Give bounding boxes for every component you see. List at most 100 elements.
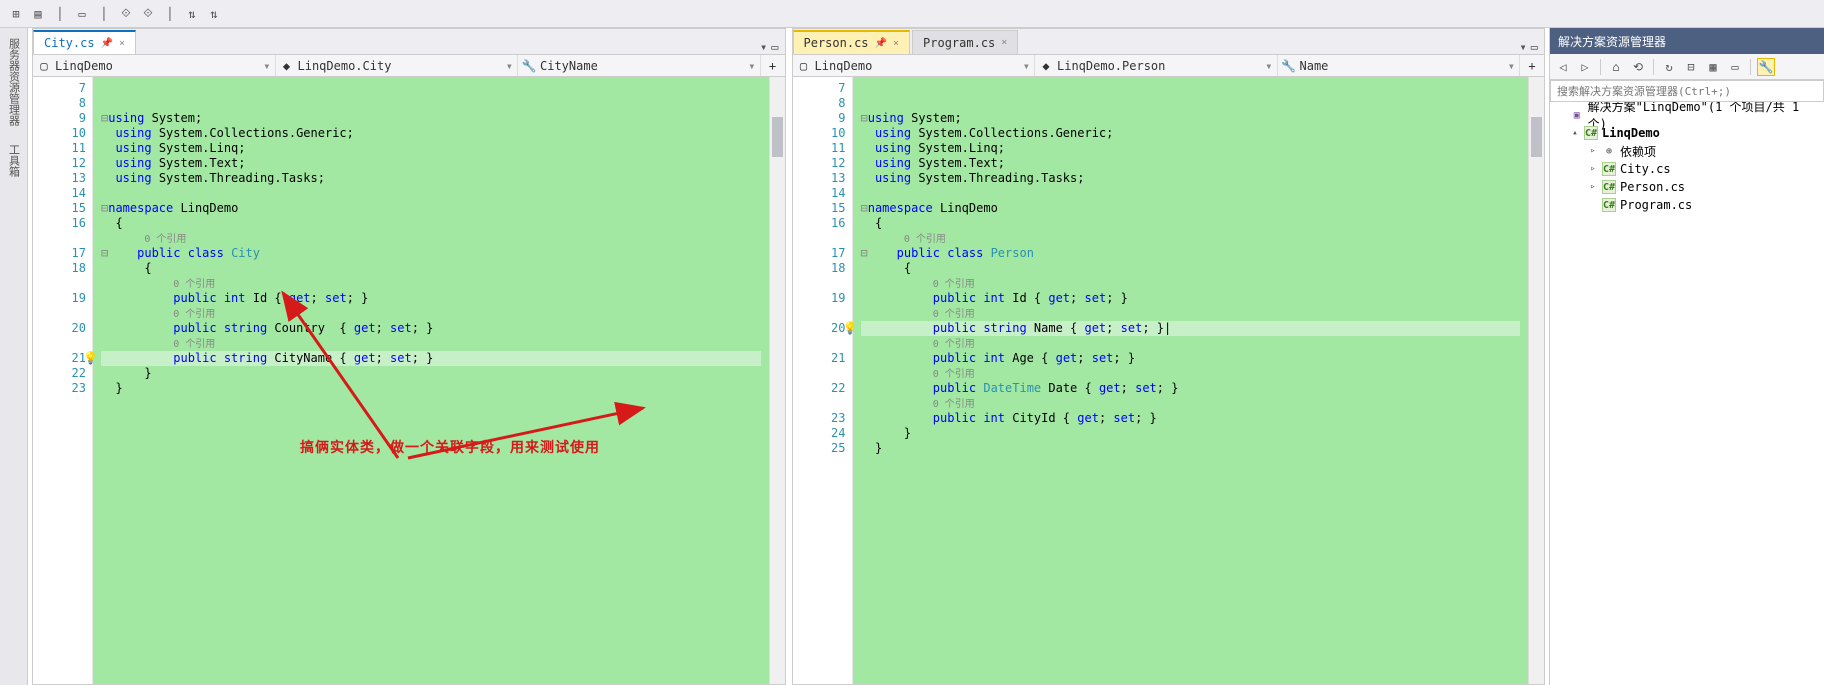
code-line[interactable]: 0 个引用 [101, 276, 761, 291]
tree-item[interactable]: ▹⊕依赖项 [1552, 142, 1822, 160]
code-line[interactable]: } [861, 441, 1521, 456]
file-tab[interactable]: Program.cs× [912, 30, 1018, 54]
toolbar-icon[interactable]: │ [96, 6, 112, 22]
code-content[interactable]: ⊟using System; using System.Collections.… [853, 77, 1529, 684]
code-line[interactable]: { [101, 216, 761, 231]
code-line[interactable]: 💡 public string Name { get; set; }| [861, 321, 1521, 336]
solution-tree[interactable]: ▣解决方案"LinqDemo"(1 个项目/共 1 个)▴C#LinqDemo▹… [1550, 102, 1824, 685]
code-line[interactable]: using System.Threading.Tasks; [101, 171, 761, 186]
code-line[interactable]: public int CityId { get; set; } [861, 411, 1521, 426]
wrench-icon[interactable]: 🔧 [1757, 58, 1775, 76]
forward-icon[interactable]: ▷ [1576, 58, 1594, 76]
lightbulb-icon[interactable]: 💡 [843, 321, 857, 335]
code-line[interactable]: using System.Linq; [101, 141, 761, 156]
scrollbar[interactable] [1528, 77, 1544, 684]
toolbar-icon[interactable]: ▭ [74, 6, 90, 22]
nav-segment[interactable]: ◆LinqDemo.City▾ [276, 55, 519, 76]
close-icon[interactable]: × [893, 38, 899, 49]
code-line[interactable]: } [861, 426, 1521, 441]
lightbulb-icon[interactable]: 💡 [83, 351, 97, 365]
code-line[interactable]: ⊟namespace LinqDemo [861, 201, 1521, 216]
toolbar-icon[interactable]: ⇅ [184, 6, 200, 22]
file-tab[interactable]: City.cs📌× [33, 30, 136, 54]
tree-item[interactable]: C#Program.cs [1552, 196, 1822, 214]
toolbar-icon[interactable]: ▤ [30, 6, 46, 22]
code-line[interactable]: 0 个引用 [861, 231, 1521, 246]
toolbar-icon[interactable]: │ [162, 6, 178, 22]
code-line[interactable]: using System.Text; [861, 156, 1521, 171]
close-icon[interactable]: × [119, 38, 125, 49]
code-line[interactable]: } [101, 366, 761, 381]
close-icon[interactable]: × [1001, 37, 1007, 48]
collapse-icon[interactable]: ⊟ [1682, 58, 1700, 76]
code-line[interactable] [101, 81, 761, 96]
solution-search-input[interactable] [1550, 80, 1824, 102]
nav-segment[interactable]: ◆LinqDemo.Person▾ [1035, 55, 1278, 76]
code-line[interactable]: 0 个引用 [861, 306, 1521, 321]
code-line[interactable]: public int Id { get; set; } [101, 291, 761, 306]
solution-search[interactable] [1550, 80, 1824, 102]
nav-add[interactable]: + [1520, 55, 1544, 76]
tree-item[interactable]: ▹C#Person.cs [1552, 178, 1822, 196]
nav-segment[interactable]: 🔧Name▾ [1278, 55, 1521, 76]
code-line[interactable] [861, 81, 1521, 96]
nav-segment[interactable]: ▢LinqDemo▾ [793, 55, 1036, 76]
code-line[interactable]: using System.Collections.Generic; [861, 126, 1521, 141]
code-line[interactable]: ⊟ public class Person [861, 246, 1521, 261]
expand-icon[interactable]: ▴ [1570, 128, 1580, 138]
code-content[interactable]: ⊟using System; using System.Collections.… [93, 77, 769, 684]
code-line[interactable] [861, 96, 1521, 111]
code-line[interactable]: ⊟ public class City [101, 246, 761, 261]
refresh-icon[interactable]: ↻ [1660, 58, 1678, 76]
toolbar-icon[interactable]: │ [52, 6, 68, 22]
code-line[interactable] [101, 96, 761, 111]
tree-item[interactable]: ▹C#City.cs [1552, 160, 1822, 178]
code-line[interactable]: 0 个引用 [861, 396, 1521, 411]
expand-icon[interactable]: ▹ [1588, 182, 1598, 192]
code-line[interactable]: 0 个引用 [101, 306, 761, 321]
code-line[interactable]: using System.Collections.Generic; [101, 126, 761, 141]
sidebar-item-toolbox[interactable]: 工具箱 [6, 144, 22, 177]
split-icon[interactable]: ▾ [760, 40, 767, 54]
nav-add[interactable]: + [761, 55, 785, 76]
code-line[interactable]: using System.Text; [101, 156, 761, 171]
code-line[interactable]: using System.Threading.Tasks; [861, 171, 1521, 186]
showall-icon[interactable]: ▦ [1704, 58, 1722, 76]
code-line[interactable]: public int Age { get; set; } [861, 351, 1521, 366]
code-line[interactable]: public DateTime Date { get; set; } [861, 381, 1521, 396]
code-editor[interactable]: 78910111213141516171819202122232425 ⊟usi… [793, 77, 1545, 684]
code-line[interactable]: ⊟using System; [101, 111, 761, 126]
code-line[interactable]: } [101, 381, 761, 396]
home-icon[interactable]: ⌂ [1607, 58, 1625, 76]
code-line[interactable]: ⊟namespace LinqDemo [101, 201, 761, 216]
code-line[interactable] [861, 186, 1521, 201]
code-editor[interactable]: 7891011121314151617181920212223 ⊟using S… [33, 77, 785, 684]
code-line[interactable]: 0 个引用 [861, 336, 1521, 351]
expand-icon[interactable]: ▹ [1588, 146, 1598, 156]
code-line[interactable]: public string Country { get; set; } [101, 321, 761, 336]
tree-item[interactable]: ▣解决方案"LinqDemo"(1 个项目/共 1 个) [1552, 106, 1822, 124]
code-line[interactable]: 0 个引用 [861, 276, 1521, 291]
window-icon[interactable]: ▭ [1531, 40, 1538, 54]
pin-icon[interactable]: 📌 [875, 38, 887, 49]
code-line[interactable]: { [861, 216, 1521, 231]
code-line[interactable] [101, 186, 761, 201]
toolbar-icon[interactable]: ⟐ [118, 6, 134, 22]
code-line[interactable]: ⊟using System; [861, 111, 1521, 126]
split-icon[interactable]: ▾ [1520, 40, 1527, 54]
toolbar-icon[interactable]: ⟐ [140, 6, 156, 22]
sync-icon[interactable]: ⟲ [1629, 58, 1647, 76]
toolbar-icon[interactable]: ⇅ [206, 6, 222, 22]
scrollbar[interactable] [769, 77, 785, 684]
properties-icon[interactable]: ▭ [1726, 58, 1744, 76]
code-line[interactable]: 💡 public string CityName { get; set; } [101, 351, 761, 366]
nav-segment[interactable]: ▢LinqDemo▾ [33, 55, 276, 76]
code-line[interactable]: 0 个引用 [861, 366, 1521, 381]
expand-icon[interactable]: ▹ [1588, 164, 1598, 174]
code-line[interactable]: { [101, 261, 761, 276]
toolbar-icon[interactable]: ⊞ [8, 6, 24, 22]
code-line[interactable]: public int Id { get; set; } [861, 291, 1521, 306]
pin-icon[interactable]: 📌 [101, 38, 113, 49]
code-line[interactable]: 0 个引用 [101, 231, 761, 246]
code-line[interactable]: 0 个引用 [101, 336, 761, 351]
